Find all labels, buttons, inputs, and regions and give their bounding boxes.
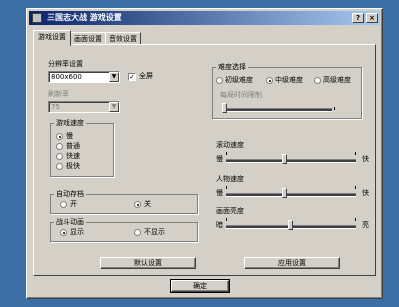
tick-mark [355,218,356,221]
time-limit-slider[interactable] [222,103,227,113]
slider-label: 画面亮度 [216,207,244,215]
tick-mark [355,152,356,155]
autosave-option-label: 开 [70,200,77,208]
ok-button[interactable]: 确定 [170,279,230,293]
difficulty-option-label: 中级难度 [275,76,303,84]
resolution-label: 分辨率设置 [48,60,83,68]
fullscreen-checkbox[interactable]: ✓ [128,73,136,81]
difficulty-option-label: 高级难度 [323,76,351,84]
autosave-radio-on[interactable] [60,201,67,208]
autosave-option-label: 关 [144,200,151,208]
speed-option-label: 普通 [66,142,80,150]
time-limit-track [222,108,332,112]
anim-option-label: 不显示 [144,228,165,236]
resolution-value: 800x600 [51,73,82,81]
speed-radio-fast[interactable] [56,153,63,160]
tab-game-label: 游戏设置 [38,33,66,41]
anim-radio-show[interactable] [60,229,67,236]
slider-thumb[interactable] [288,220,293,230]
autosave-radio-off[interactable] [134,201,141,208]
tab-sound-label: 音效设置 [109,35,137,43]
tick-mark [226,152,227,155]
anim-radio-hide[interactable] [134,229,141,236]
tab-game[interactable]: 游戏设置 [33,30,71,46]
battle-anim-label: 战斗动画 [54,218,86,227]
chevron-down-icon[interactable]: ▼ [109,102,119,112]
speed-option-label: 极快 [66,162,80,170]
difficulty-radio-easy[interactable] [216,77,223,84]
slider-max-label: 快 [362,155,369,163]
slider-thumb[interactable] [282,188,287,198]
window-title: 三国志大战 游戏设置 [47,13,122,22]
slider-label: 滚动速度 [216,141,244,149]
slider-min-label: 暗 [216,221,223,229]
tick-mark [226,218,227,221]
chevron-down-icon[interactable]: ▼ [109,72,119,82]
slider-label: 人物速度 [216,175,244,183]
settings-window: 三国志大战 游戏设置 ? × 游戏设置 画面设置 音效设置 分辨率设置 800x… [26,8,383,299]
anim-option-label: 显示 [70,228,84,236]
speed-option-label: 快速 [66,152,80,160]
slider-max-label: 快 [362,189,369,197]
slider-track [226,159,356,163]
slider-thumb[interactable] [282,154,287,164]
speed-radio-normal[interactable] [56,143,63,150]
speed-option-label: 慢 [66,132,73,140]
game-speed-label: 游戏速度 [54,119,86,128]
refresh-value: 75 [51,103,60,111]
defaults-button[interactable]: 默认设置 [100,257,196,269]
auto-save-label: 自动存档 [54,190,86,199]
fullscreen-label: 全屏 [139,72,153,80]
resolution-select[interactable]: 800x600 ▼ [48,71,120,83]
slider-min-label: 慢 [216,189,223,197]
speed-radio-slow[interactable] [56,133,63,140]
slider-track [226,193,356,197]
difficulty-radio-normal[interactable] [266,77,273,84]
tick-mark [355,186,356,189]
close-button[interactable]: × [366,13,378,23]
slider-min-label: 慢 [216,155,223,163]
app-icon [32,13,42,23]
title-bar[interactable]: 三国志大战 游戏设置 ? × [29,11,380,25]
difficulty-option-label: 初级难度 [225,76,253,84]
refresh-label: 刷新率 [48,90,69,98]
slider-max-label: 亮 [362,221,369,229]
tab-graphics-label: 画面设置 [74,35,102,43]
tick-mark [226,186,227,189]
speed-radio-fastest[interactable] [56,163,63,170]
apply-button[interactable]: 应用设置 [244,257,340,269]
difficulty-label: 难度选择 [216,63,248,72]
time-limit-label: 每局时间限制 [220,91,262,99]
help-button[interactable]: ? [352,13,364,23]
difficulty-radio-hard[interactable] [314,77,321,84]
tick-mark [334,107,335,110]
refresh-select[interactable]: 75 ▼ [48,101,120,113]
tab-panel: 分辨率设置 800x600 ▼ ✓ 全屏 刷新率 75 ▼ 游戏速度 慢 普通 … [33,44,376,276]
